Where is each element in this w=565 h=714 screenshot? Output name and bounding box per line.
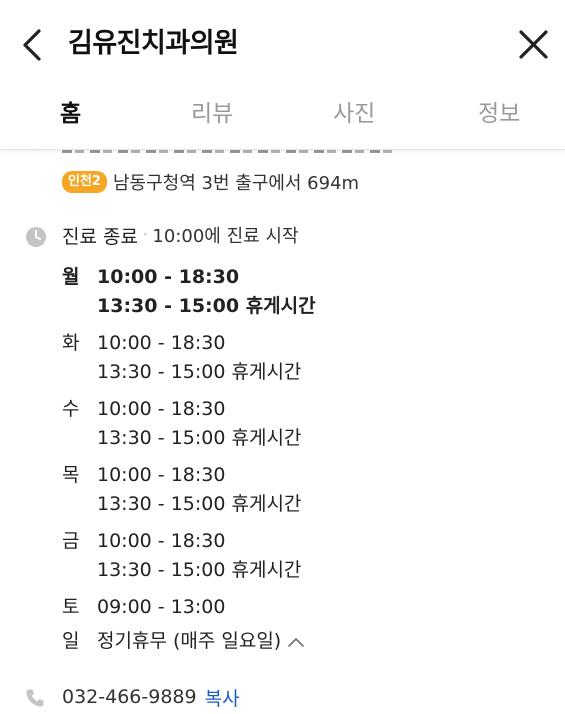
close-button[interactable] — [513, 24, 553, 64]
hours-line-holiday[interactable]: 정기휴무 (매주 일요일) — [97, 626, 305, 656]
day-label: 목 — [62, 464, 80, 486]
clock-icon — [26, 227, 46, 247]
phone-number[interactable]: 032-466-9889 — [62, 686, 197, 708]
chevron-up-icon[interactable] — [287, 636, 305, 648]
tab-review[interactable]: 리뷰 — [191, 98, 233, 130]
day-label: 금 — [62, 530, 80, 552]
hours-line: 13:30 - 15:00 휴게시간 — [97, 361, 302, 383]
back-arrow-icon — [23, 29, 41, 61]
subway-info: 인천2 남동구청역 3번 출구에서 694m — [62, 168, 359, 196]
hours-line: 13:30 - 15:00 휴게시간 — [97, 493, 302, 515]
day-label: 일 — [62, 630, 80, 652]
status-closed: 진료 종료 — [62, 225, 138, 248]
status-separator: · — [142, 227, 148, 243]
tab-bar: 홈 리뷰 사진 정보 — [0, 90, 565, 150]
day-label: 화 — [62, 332, 80, 354]
day-label: 수 — [62, 398, 80, 420]
day-label: 월 — [62, 266, 80, 288]
hours-line: 13:30 - 15:00 휴게시간 — [97, 295, 316, 317]
back-button[interactable] — [14, 24, 54, 64]
copy-button[interactable]: 복사 — [205, 684, 240, 711]
hours-line: 13:30 - 15:00 휴게시간 — [97, 427, 302, 449]
business-status: 진료 종료 · 10:00에 진료 시작 — [62, 220, 299, 250]
status-next-open: 10:00에 진료 시작 — [152, 226, 299, 247]
hours-line: 10:00 - 18:30 — [97, 266, 240, 288]
tab-photo[interactable]: 사진 — [333, 98, 375, 130]
holiday-text: 정기휴무 (매주 일요일) — [97, 630, 282, 652]
hours-line: 13:30 - 15:00 휴게시간 — [97, 559, 302, 581]
phone-icon — [26, 689, 44, 707]
subway-distance: 남동구청역 3번 출구에서 694m — [112, 173, 360, 194]
hours-line: 10:00 - 18:30 — [97, 464, 226, 486]
hours-line: 10:00 - 18:30 — [97, 530, 226, 552]
close-icon — [519, 30, 548, 59]
tab-home[interactable]: 홈 — [60, 98, 81, 130]
app-header: 김유진치과의원 — [0, 0, 565, 90]
hours-line: 10:00 - 18:30 — [97, 398, 226, 420]
phone-row: 032-466-9889 복사 — [62, 682, 240, 712]
hours-line: 09:00 - 13:00 — [97, 596, 226, 618]
page-title: 김유진치과의원 — [68, 28, 239, 59]
hours-line: 10:00 - 18:30 — [97, 332, 226, 354]
tab-info[interactable]: 정보 — [478, 98, 520, 130]
day-label: 토 — [62, 596, 80, 618]
subway-line-badge: 인천2 — [62, 171, 107, 193]
